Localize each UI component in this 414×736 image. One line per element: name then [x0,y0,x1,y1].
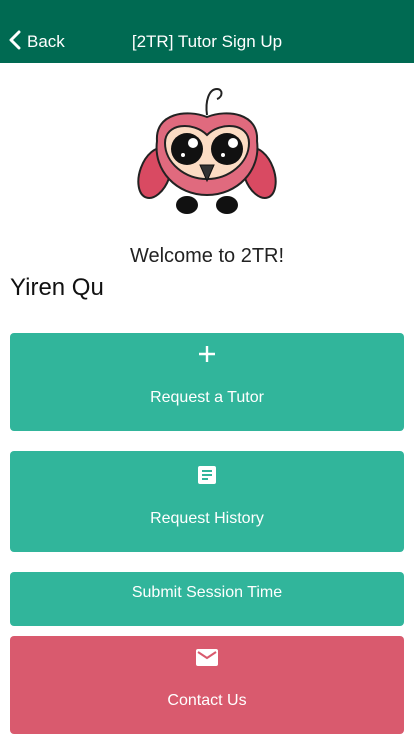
request-history-label: Request History [150,510,264,527]
welcome-text: Welcome to 2TR! [129,245,285,267]
document-icon [10,465,404,490]
request-tutor-label: Request a Tutor [150,389,264,406]
request-tutor-button[interactable]: Request a Tutor [10,333,404,431]
submit-session-time-label: Submit Session Time [131,584,283,601]
submit-session-time-button[interactable]: Submit Session Time [10,572,404,626]
plus-icon [10,345,404,368]
page-title: [2TR] Tutor Sign Up [131,32,283,51]
app-header: Back [2TR] Tutor Sign Up [0,0,414,63]
owl-mascot-logo [137,83,277,223]
contact-us-label: Contact Us [167,692,247,709]
mail-icon [10,649,404,671]
request-history-button[interactable]: Request History [10,451,404,552]
user-name: Yiren Qu [10,274,104,301]
contact-us-button[interactable]: Contact Us [10,636,404,734]
